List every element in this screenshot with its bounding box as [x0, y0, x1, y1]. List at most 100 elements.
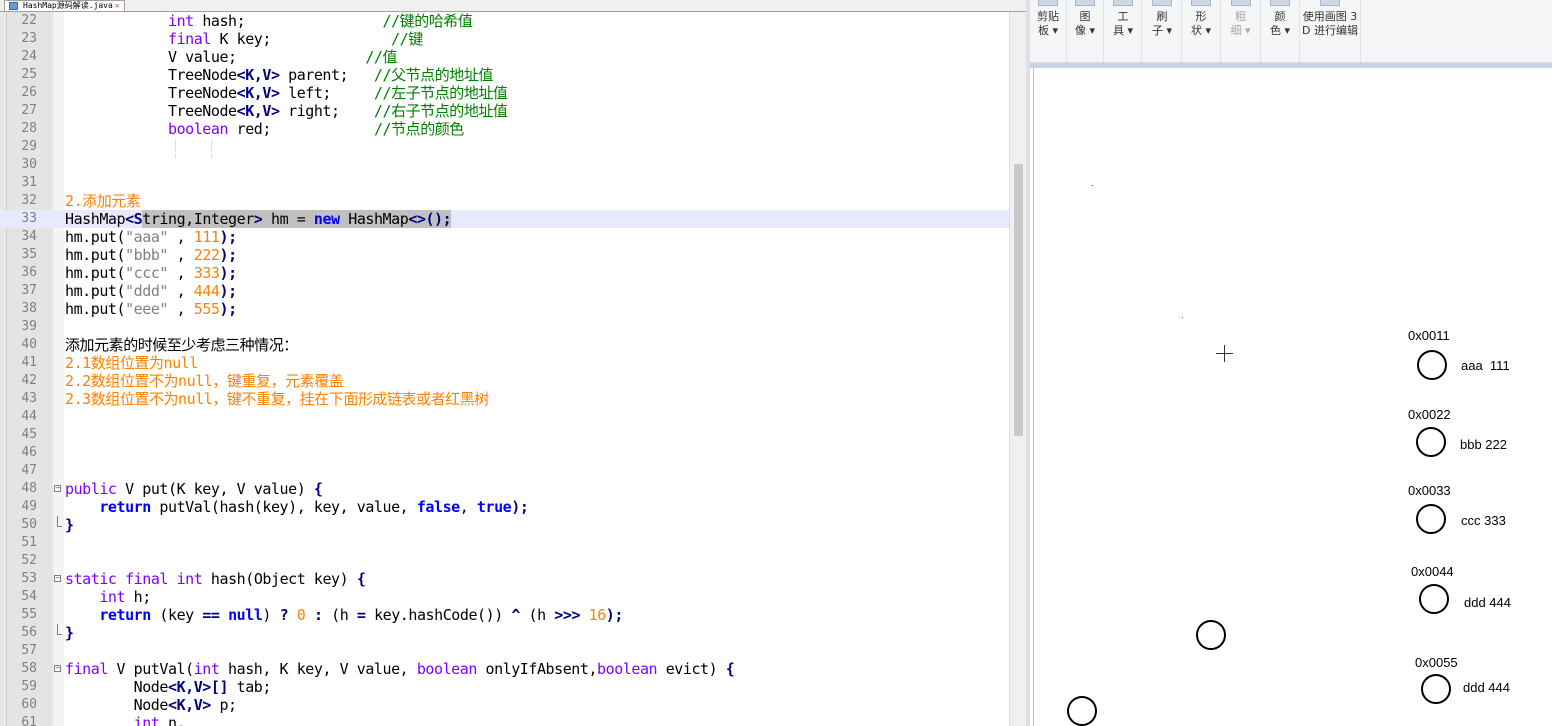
code-token: hm.put(: [65, 282, 126, 300]
code-token: ?: [279, 606, 289, 624]
editor-tab-bar: HashMap源码解读.java ✕: [0, 0, 1026, 12]
code-line[interactable]: 28 boolean red; //节点的颜色: [0, 120, 1009, 138]
code-token: HashMap: [65, 210, 126, 228]
code-line[interactable]: 26 TreeNode<K,V> left; //左子节点的地址值: [0, 84, 1009, 102]
ribbon-clipboard-button[interactable]: 剪贴 板 ▾: [1030, 0, 1067, 62]
ribbon-tools-icon: [1113, 0, 1133, 6]
code-line[interactable]: 37 hm.put("ddd" , 444);: [0, 282, 1009, 300]
code-line[interactable]: 39: [0, 318, 1009, 336]
fold-toggle-icon[interactable]: −: [54, 575, 61, 582]
code-line[interactable]: 25 TreeNode<K,V> parent; //父节点的地址值: [0, 66, 1009, 84]
ribbon-tools-button[interactable]: 工 具 ▾: [1105, 0, 1142, 62]
code-line[interactable]: 29: [0, 138, 1009, 156]
close-tab-icon[interactable]: ✕: [115, 1, 120, 10]
code-token: :: [313, 606, 323, 624]
scrollbar-thumb[interactable]: [1014, 164, 1023, 436]
code-token: <K,V>: [236, 102, 280, 120]
code-text: 2.添加元素: [65, 192, 141, 210]
code-line[interactable]: 23 final K key; //键: [0, 30, 1009, 48]
code-line[interactable]: 38 hm.put("eee" , 555);: [0, 300, 1009, 318]
code-line[interactable]: 48 − public V put(K key, V value) {: [0, 480, 1009, 498]
ribbon-shapes-button[interactable]: 形 状 ▾: [1182, 0, 1221, 62]
code-token: "aaa": [125, 228, 168, 246]
code-line[interactable]: 45: [0, 426, 1009, 444]
code-line[interactable]: 42 2.2数组位置不为null，键重复，元素覆盖: [0, 372, 1009, 390]
code-token: );: [219, 246, 237, 264]
code-token: 222: [193, 246, 220, 264]
code-line[interactable]: 44: [0, 408, 1009, 426]
code-line[interactable]: 61 int n,: [0, 714, 1009, 726]
ribbon-colors-button[interactable]: 颜 色 ▾: [1261, 0, 1300, 62]
code-token: //键的哈希值: [382, 12, 473, 30]
ribbon-outline-button[interactable]: 粗 细 ▾: [1221, 0, 1261, 62]
code-line[interactable]: 30: [0, 156, 1009, 174]
ribbon-image-button[interactable]: 图 像 ▾: [1067, 0, 1104, 62]
line-number: 58: [21, 661, 37, 676]
code-line[interactable]: 27 TreeNode<K,V> right; //右子节点的地址值: [0, 102, 1009, 120]
code-text: 2.2数组位置不为null，键重复，元素覆盖: [65, 372, 344, 390]
code-line[interactable]: 31: [0, 174, 1009, 192]
code-line[interactable]: 36 hm.put("ccc" , 333);: [0, 264, 1009, 282]
code-token: {: [725, 660, 735, 678]
line-number: 37: [21, 283, 37, 298]
code-text: TreeNode<K,V> left; //左子节点的地址值: [65, 84, 508, 102]
code-line[interactable]: 56}: [0, 624, 1009, 642]
code-line[interactable]: 59 Node<K,V>[] tab;: [0, 678, 1009, 696]
line-number: 29: [21, 139, 37, 154]
ribbon-paint3d-button[interactable]: 使用画图 3 D 进行编辑: [1300, 0, 1361, 62]
code-line[interactable]: 40 添加元素的时候至少考虑三种情况：: [0, 336, 1009, 354]
code-line[interactable]: 46: [0, 444, 1009, 462]
file-tab[interactable]: HashMap源码解读.java ✕: [4, 0, 125, 11]
code-token: <>();: [408, 210, 452, 228]
code-token: 555: [193, 300, 220, 318]
code-line[interactable]: 33 HashMap<String,Integer> hm = new HashM…: [0, 210, 1009, 228]
vertical-scrollbar[interactable]: [1009, 12, 1026, 726]
code-token: );: [605, 606, 624, 624]
code-line[interactable]: 51: [0, 534, 1009, 552]
code-token: null: [228, 606, 263, 624]
ribbon-tools-label: 工 具 ▾: [1112, 10, 1134, 37]
code-line[interactable]: 55 return (key == null) ? 0 : (h = key.h…: [0, 606, 1009, 624]
line-number: 24: [21, 49, 37, 64]
code-text: final K key; //键: [65, 30, 423, 48]
code-line[interactable]: 60 Node<K,V> p;: [0, 696, 1009, 714]
code-text: int n,: [65, 714, 186, 726]
code-token: int: [176, 570, 203, 588]
code-line[interactable]: 34 hm.put("aaa" , 111);: [0, 228, 1009, 246]
paint-canvas[interactable]: 0x0011 aaa 111 0x0022 bbb 222 0x0033 ccc 333 0…: [1033, 68, 1552, 726]
line-number: 49: [21, 499, 37, 514]
line-number: 60: [21, 697, 37, 712]
ribbon-brushes-label: 刷 子 ▾: [1151, 10, 1173, 37]
code-token: <S: [125, 210, 143, 228]
code-token: ,: [167, 246, 194, 264]
line-number: 46: [21, 445, 37, 460]
code-text: return (key == null) ? 0 : (h = key.hash…: [65, 606, 623, 624]
fold-toggle-icon[interactable]: −: [54, 665, 61, 672]
line-number: 61: [21, 715, 37, 726]
code-line[interactable]: 54 int h;: [0, 588, 1009, 606]
code-line[interactable]: 52: [0, 552, 1009, 570]
code-line[interactable]: 22 int hash; //键的哈希值: [0, 12, 1009, 30]
code-line[interactable]: 47: [0, 462, 1009, 480]
code-line[interactable]: 41 2.1数组位置为null: [0, 354, 1009, 372]
code-line[interactable]: 43 2.3数组位置不为null，键不重复，挂在下面形成链表或者红黑树: [0, 390, 1009, 408]
code-line[interactable]: 35 hm.put("bbb" , 222);: [0, 246, 1009, 264]
code-line[interactable]: 49 return putVal(hash(key), key, value, …: [0, 498, 1009, 516]
code-line[interactable]: 50}: [0, 516, 1009, 534]
code-text: return putVal(hash(key), key, value, fal…: [65, 498, 529, 516]
code-line[interactable]: 57: [0, 642, 1009, 660]
code-token: boolean: [167, 120, 229, 138]
line-number: 27: [21, 103, 37, 118]
fold-toggle-icon[interactable]: −: [54, 485, 61, 492]
ribbon-brushes-button[interactable]: 刷 子 ▾: [1143, 0, 1182, 62]
code-line[interactable]: 58 − final V putVal(int hash, K key, V val…: [0, 660, 1009, 678]
code-token: );: [219, 300, 237, 318]
code-line[interactable]: 53 − static final int hash(Object key) {: [0, 570, 1009, 588]
code-line[interactable]: 32 2.添加元素: [0, 192, 1009, 210]
code-token: final: [125, 570, 168, 588]
code-line[interactable]: 24 V value; //值: [0, 48, 1009, 66]
code-token: left;: [279, 84, 374, 102]
